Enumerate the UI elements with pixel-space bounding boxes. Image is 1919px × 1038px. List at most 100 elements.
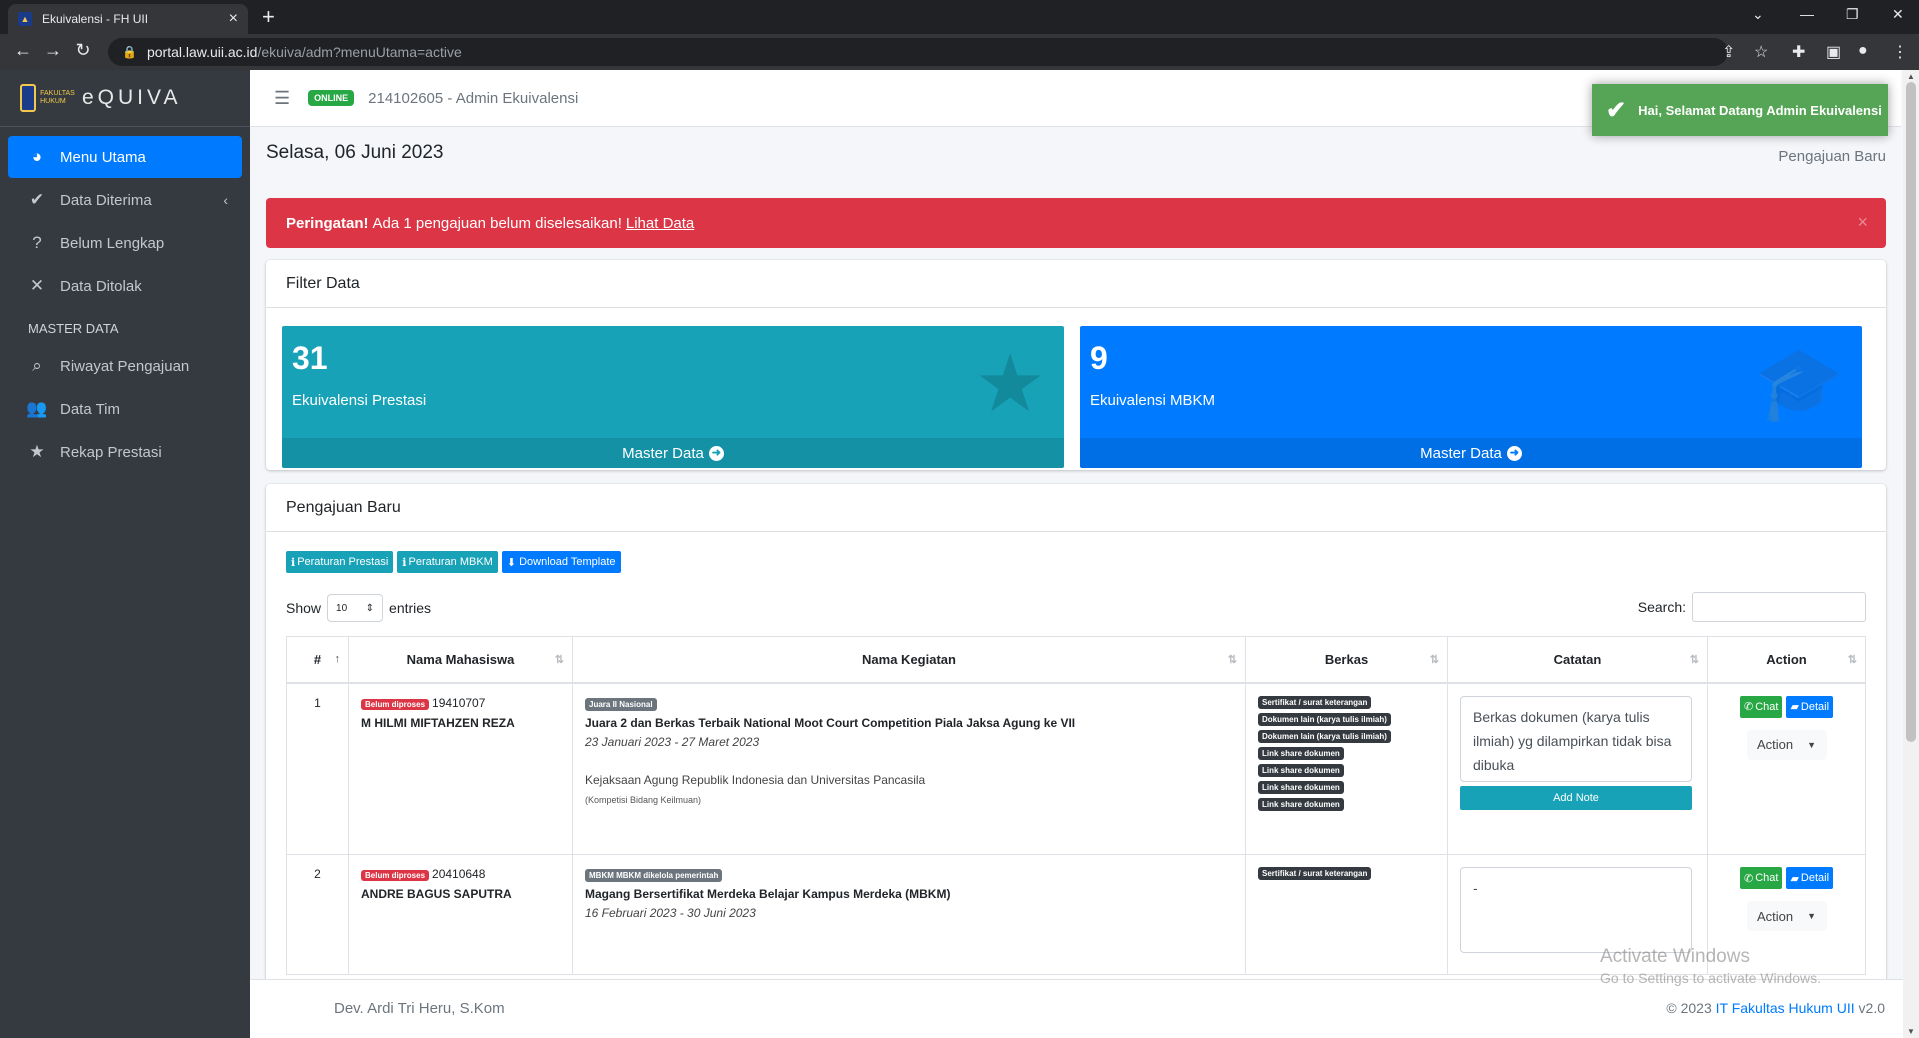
col-label: Nama Mahasiswa: [406, 651, 515, 667]
berkas-link[interactable]: Link share dokumen: [1258, 797, 1344, 811]
close-window-icon[interactable]: ✕: [1892, 6, 1904, 23]
footer-link[interactable]: IT Fakultas Hukum UII: [1716, 1000, 1855, 1016]
user-id: 214102605 - Admin Ekuivalensi: [368, 89, 579, 107]
nim: 19410707: [432, 695, 486, 710]
share-icon[interactable]: ⇪: [1722, 42, 1735, 62]
entries-label: entries: [389, 600, 432, 616]
sidebar-item-data-diterima[interactable]: ✔ Data Diterima ‹: [8, 179, 242, 221]
page-title: Selasa, 06 Juni 2023: [266, 142, 444, 163]
search-label: Search:: [1637, 599, 1686, 615]
show-label: Show: [286, 600, 322, 616]
catatan-textarea[interactable]: Berkas dokumen (karya tulis ilmiah) yg d…: [1460, 695, 1692, 782]
entries-select[interactable]: 10 ⇕: [327, 594, 384, 622]
col-label: Action: [1766, 651, 1807, 667]
caret-down-icon: ▼: [1807, 739, 1817, 750]
sort-updown-icon: ⇕: [365, 602, 375, 614]
mbkm-master-data-link[interactable]: Master Data ➜: [1080, 438, 1862, 468]
forward-icon[interactable]: →: [38, 40, 68, 61]
browser-tab[interactable]: ▲ Ekuivalensi - FH UII ×: [8, 4, 248, 34]
sidebar-item-data-tim[interactable]: 👥 Data Tim: [8, 388, 242, 430]
berkas-link[interactable]: Dokumen lain (karya tulis ilmiah): [1258, 712, 1391, 726]
peraturan-mbkm-button[interactable]: ℹ Peraturan MBKM: [397, 551, 498, 573]
alert-link[interactable]: Lihat Data: [626, 215, 694, 232]
check-icon: ✔: [29, 190, 45, 209]
col-header-nama-mahasiswa[interactable]: Nama Mahasiswa ⇅: [348, 636, 573, 684]
button-label: Peraturan Prestasi: [297, 556, 389, 568]
student-name: M HILMI MIFTAHZEN REZA: [361, 715, 515, 730]
copyright-prefix: © 2023: [1666, 1000, 1712, 1016]
profile-avatar-icon[interactable]: ●: [1858, 42, 1868, 60]
kegiatan-date: 16 Februari 2023 - 30 Juni 2023: [585, 906, 756, 920]
mbkm-box: 9 Ekuivalensi MBKM 🎓 Master Data ➜: [1080, 326, 1862, 468]
sidebar-item-label: Belum Lengkap: [60, 234, 165, 252]
menu-kebab-icon[interactable]: ⋮: [1892, 42, 1908, 62]
catatan-textarea[interactable]: -: [1460, 867, 1692, 953]
action-dropdown[interactable]: Action ▼: [1746, 729, 1827, 760]
restore-icon[interactable]: ❐: [1846, 6, 1859, 23]
add-note-button[interactable]: Add Note: [1460, 785, 1692, 810]
col-label: Nama Kegiatan: [862, 651, 956, 667]
prestasi-master-data-link[interactable]: Master Data ➜: [282, 438, 1064, 468]
hamburger-menu-icon[interactable]: ☰: [274, 88, 290, 109]
berkas-link[interactable]: Sertifikat / surat keterangan: [1258, 695, 1372, 709]
page-scrollbar[interactable]: ▲ ▼: [1903, 70, 1919, 1038]
dashboard-icon: ◕: [31, 147, 43, 166]
chat-button[interactable]: ✆ Chat: [1739, 695, 1783, 718]
col-header-catatan[interactable]: Catatan ⇅: [1447, 636, 1708, 684]
close-tab-icon[interactable]: ×: [229, 10, 238, 28]
box-footer-label: Master Data: [622, 444, 704, 462]
detail-button[interactable]: ▰ Detail: [1786, 867, 1834, 889]
minimize-icon[interactable]: —: [1800, 6, 1814, 22]
info-icon: ℹ: [402, 556, 407, 569]
kegiatan-title: Juara 2 dan Berkas Terbaik National Moot…: [585, 715, 1076, 730]
dropdown-label: Action: [1756, 737, 1794, 752]
berkas-link[interactable]: Dokumen lain (karya tulis ilmiah): [1258, 729, 1391, 743]
reload-icon[interactable]: ↻: [68, 40, 98, 61]
col-header-no[interactable]: # ↑: [286, 636, 349, 684]
sidebar-item-menu-utama[interactable]: ◕ Menu Utama: [8, 136, 242, 178]
extensions-icon[interactable]: ✚: [1792, 42, 1805, 62]
sidepanel-icon[interactable]: ▣: [1826, 42, 1841, 62]
star-icon: ★: [29, 442, 45, 461]
url-input[interactable]: 🔒 portal.law.uii.ac.id/ekuiva/adm?menuUt…: [108, 38, 1728, 66]
action-dropdown[interactable]: Action ▼: [1746, 901, 1827, 931]
windows-activation-watermark: Activate Windows Go to Settings to activ…: [1600, 946, 1821, 986]
sidebar-item-data-ditolak[interactable]: ✕ Data Ditolak: [8, 265, 242, 307]
new-tab-icon[interactable]: +: [262, 6, 275, 28]
berkas-link[interactable]: Link share dokumen: [1258, 780, 1344, 794]
scroll-up-icon[interactable]: ▲: [1907, 72, 1915, 81]
arrow-circle-right-icon: ➜: [1506, 445, 1522, 461]
detail-button[interactable]: ▰ Detail: [1786, 695, 1834, 718]
button-label: Chat: [1755, 700, 1779, 713]
sidebar-item-rekap-prestasi[interactable]: ★ Rekap Prestasi: [8, 431, 242, 473]
brand-link[interactable]: FAKULTAS HUKUM eQUIVA: [0, 70, 250, 127]
sidebar-item-riwayat-pengajuan[interactable]: ⌕ Riwayat Pengajuan: [8, 345, 242, 387]
kegiatan-category: (Kompetisi Bidang Keilmuan): [585, 794, 702, 805]
col-header-action[interactable]: Action ⇅: [1707, 636, 1866, 684]
col-header-nama-kegiatan[interactable]: Nama Kegiatan ⇅: [572, 636, 1246, 684]
logo-text: FAKULTAS HUKUM: [40, 90, 75, 105]
back-icon[interactable]: ←: [8, 40, 38, 61]
berkas-link[interactable]: Sertifikat / surat keterangan: [1258, 867, 1372, 880]
chat-button[interactable]: ✆ Chat: [1739, 867, 1783, 889]
berkas-link[interactable]: Link share dokumen: [1258, 746, 1344, 760]
row-number: 1: [286, 682, 349, 855]
scroll-down-icon[interactable]: ▼: [1907, 1027, 1915, 1036]
berkas-link[interactable]: Link share dokumen: [1258, 763, 1344, 777]
breadcrumb[interactable]: Pengajuan Baru: [1778, 148, 1886, 165]
check-icon: ✔: [1606, 96, 1627, 124]
close-alert-icon[interactable]: ×: [1857, 212, 1868, 233]
col-header-berkas[interactable]: Berkas ⇅: [1245, 636, 1448, 684]
search-input[interactable]: [1692, 592, 1866, 622]
row-number: 2: [286, 854, 349, 975]
welcome-toast[interactable]: ✔ Hai, Selamat Datang Admin Ekuivalensi: [1592, 84, 1888, 136]
col-label: Berkas: [1324, 651, 1369, 667]
tab-search-icon[interactable]: ⌄: [1752, 6, 1764, 23]
scrollbar-thumb[interactable]: [1906, 82, 1916, 742]
bookmark-star-icon[interactable]: ☆: [1754, 42, 1768, 62]
peraturan-prestasi-button[interactable]: ℹ Peraturan Prestasi: [286, 551, 394, 573]
sidebar-item-belum-lengkap[interactable]: ? Belum Lengkap: [8, 222, 242, 264]
download-template-button[interactable]: ⬇ Download Template: [501, 551, 621, 573]
kegiatan-cell: MBKM MBKM dikelola pemerintah Magang Ber…: [572, 854, 1246, 975]
whatsapp-icon: ✆: [1743, 872, 1754, 885]
